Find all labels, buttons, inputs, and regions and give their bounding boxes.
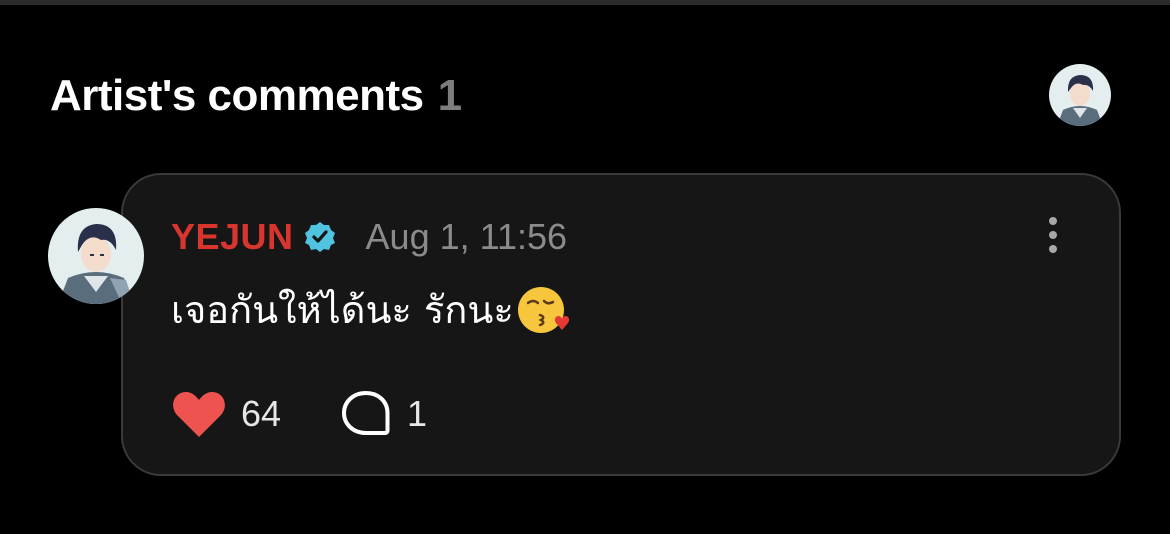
kissing-face-with-heart-emoji [517, 286, 569, 333]
speech-bubble-icon [342, 391, 390, 435]
comment-text: เจอกันให้ได้นะ รักนะ [171, 288, 514, 332]
more-dot [1049, 231, 1057, 239]
avatar-image [1049, 64, 1111, 126]
comment-card: YEJUN Aug 1, 11:56 เจอกันให้ได้นะ รักนะ … [121, 173, 1121, 476]
comment-body: เจอกันให้ได้นะ รักนะ [171, 279, 570, 340]
section-title: Artist's comments [50, 71, 424, 120]
like-button[interactable]: 64 [171, 389, 281, 439]
comment-count: 1 [437, 71, 463, 120]
artist-avatar-button[interactable] [1049, 64, 1111, 126]
like-count: 64 [241, 393, 282, 434]
verified-badge-icon [304, 222, 335, 252]
reply-button[interactable]: 1 [341, 390, 427, 438]
top-divider [0, 0, 1170, 5]
section-header: Artist's comments 1 [50, 66, 462, 126]
reply-count: 1 [407, 393, 428, 434]
comment-meta: YEJUN Aug 1, 11:56 [171, 215, 567, 259]
more-options-button[interactable] [1043, 213, 1063, 257]
more-vertical-icon [1049, 217, 1057, 225]
more-dot [1049, 245, 1057, 253]
comment-actions: 64 1 [171, 389, 427, 439]
comment-author-avatar[interactable] [48, 208, 144, 304]
comment-author-name[interactable]: YEJUN [171, 216, 294, 258]
heart-icon [173, 392, 225, 437]
avatar-image [48, 208, 144, 304]
comment-timestamp: Aug 1, 11:56 [365, 216, 568, 257]
